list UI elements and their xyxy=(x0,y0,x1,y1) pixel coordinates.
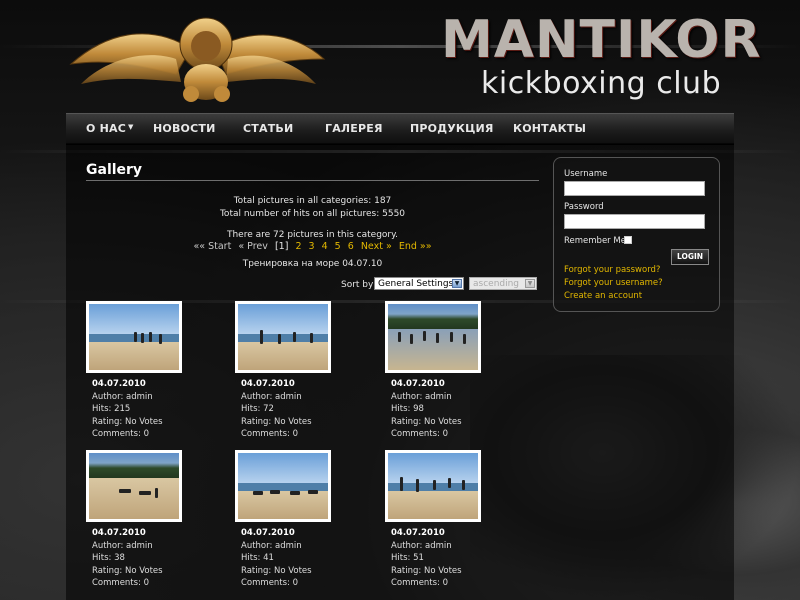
photo-comments: Comments: 0 xyxy=(241,429,299,439)
photo-date: 04.07.2010 xyxy=(92,379,146,389)
main-nav: О НАС ▼ НОВОСТИ СТАТЬИ ГАЛЕРЕЯ ПРОДУКЦИЯ … xyxy=(66,113,734,145)
login-panel: Username Password Remember Me LOGIN Forg… xyxy=(553,157,720,312)
pagination-current: [1] xyxy=(274,241,289,252)
sort-field-select[interactable]: General Settings ▼ xyxy=(374,277,464,290)
photo-date: 04.07.2010 xyxy=(241,528,295,538)
photo-hits: Hits: 41 xyxy=(241,553,274,563)
photo-author: Author: admin xyxy=(92,391,153,402)
photo-author: Author: admin xyxy=(391,540,452,551)
photo-hits: Hits: 72 xyxy=(241,404,274,414)
beach-photo-icon[interactable] xyxy=(385,301,481,373)
create-account-link[interactable]: Create an account xyxy=(564,291,642,301)
photo-hits: Hits: 98 xyxy=(391,404,424,414)
gallery-item: 04.07.2010 Author: admin Hits: 215 Ratin… xyxy=(86,301,226,441)
username-field[interactable] xyxy=(564,181,705,196)
nav-item-contacts[interactable]: КОНТАКТЫ xyxy=(513,122,586,135)
chevron-down-icon: ▼ xyxy=(127,123,134,131)
pagination-next[interactable]: Next » xyxy=(361,241,392,252)
pagination-page[interactable]: 2 xyxy=(295,241,301,252)
chevron-down-icon: ▼ xyxy=(525,279,535,288)
gallery-item: 04.07.2010 Author: admin Hits: 51 Rating… xyxy=(385,450,525,590)
forgot-username-link[interactable]: Forgot your username? xyxy=(564,278,663,288)
nav-item-label: О НАС xyxy=(86,122,126,135)
password-field[interactable] xyxy=(564,214,705,229)
sort-label: Sort by xyxy=(341,280,374,290)
total-pictures-text: Total pictures in all categories: 187 xyxy=(233,196,392,206)
photo-date: 04.07.2010 xyxy=(92,528,146,538)
nav-item-news[interactable]: НОВОСТИ xyxy=(153,122,215,135)
photo-author: Author: admin xyxy=(241,540,302,551)
pagination-prev: « Prev xyxy=(238,241,268,252)
photo-comments: Comments: 0 xyxy=(391,429,449,439)
photo-comments: Comments: 0 xyxy=(241,578,299,588)
photo-rating: Rating: No Votes xyxy=(391,416,462,427)
photo-comments: Comments: 0 xyxy=(391,578,449,588)
photo-rating: Rating: No Votes xyxy=(92,565,163,576)
photo-date: 04.07.2010 xyxy=(241,379,295,389)
gallery-item: 04.07.2010 Author: admin Hits: 72 Rating… xyxy=(235,301,375,441)
pagination-page[interactable]: 6 xyxy=(348,241,354,252)
forgot-password-link[interactable]: Forgot your password? xyxy=(564,265,660,275)
login-button[interactable]: LOGIN xyxy=(671,249,709,265)
photo-author: Author: admin xyxy=(92,540,153,551)
category-name: Тренировка на море 04.07.10 xyxy=(242,259,383,269)
total-hits-text: Total number of hits on all pictures: 55… xyxy=(219,209,406,219)
photo-comments: Comments: 0 xyxy=(92,578,150,588)
brand-subtitle: kickboxing club xyxy=(481,66,722,101)
beach-photo-icon[interactable] xyxy=(385,450,481,522)
photo-rating: Rating: No Votes xyxy=(391,565,462,576)
photo-hits: Hits: 38 xyxy=(92,553,125,563)
site-header: MANTIKOR kickboxing club xyxy=(66,0,761,112)
pagination-start: «« Start xyxy=(193,241,232,252)
photo-rating: Rating: No Votes xyxy=(241,565,312,576)
pagination-end[interactable]: End »» xyxy=(399,241,432,252)
photo-rating: Rating: No Votes xyxy=(241,416,312,427)
nav-item-articles[interactable]: СТАТЬИ xyxy=(243,122,293,135)
divider xyxy=(86,180,539,181)
pagination-page[interactable]: 4 xyxy=(322,241,328,252)
beach-photo-icon[interactable] xyxy=(235,301,331,373)
password-label: Password xyxy=(564,202,604,212)
photo-hits: Hits: 51 xyxy=(391,553,424,563)
nav-item-gallery[interactable]: ГАЛЕРЕЯ xyxy=(325,122,383,135)
sort-order-value: ascending xyxy=(473,279,520,289)
sort-order-select: ascending ▼ xyxy=(469,277,537,290)
photo-author: Author: admin xyxy=(391,391,452,402)
photo-date: 04.07.2010 xyxy=(391,379,445,389)
winged-lion-logo-icon[interactable] xyxy=(66,4,326,108)
gallery-item: 04.07.2010 Author: admin Hits: 98 Rating… xyxy=(385,301,525,441)
brand-title[interactable]: MANTIKOR xyxy=(441,10,762,70)
remember-me-label: Remember Me xyxy=(564,236,626,246)
gallery-item: 04.07.2010 Author: admin Hits: 38 Rating… xyxy=(86,450,226,590)
category-count-text: There are 72 pictures in this category. xyxy=(226,230,399,240)
pagination-page[interactable]: 5 xyxy=(335,241,341,252)
beach-photo-icon[interactable] xyxy=(86,301,182,373)
photo-date: 04.07.2010 xyxy=(391,528,445,538)
photo-author: Author: admin xyxy=(241,391,302,402)
pagination: «« Start « Prev [1] 2 3 4 5 6 Next » End… xyxy=(86,241,539,252)
beach-photo-icon[interactable] xyxy=(235,450,331,522)
gallery-item: 04.07.2010 Author: admin Hits: 41 Rating… xyxy=(235,450,375,590)
beach-photo-icon[interactable] xyxy=(86,450,182,522)
remember-me-checkbox[interactable] xyxy=(624,236,632,244)
photo-hits: Hits: 215 xyxy=(92,404,131,414)
pagination-page[interactable]: 3 xyxy=(309,241,315,252)
chevron-down-icon: ▼ xyxy=(452,279,462,288)
page-title: Gallery xyxy=(86,162,143,178)
nav-item-about[interactable]: О НАС ▼ xyxy=(86,122,134,135)
sort-field-value: General Settings xyxy=(378,279,454,289)
username-label: Username xyxy=(564,169,608,179)
nav-item-products[interactable]: ПРОДУКЦИЯ xyxy=(410,122,494,135)
photo-rating: Rating: No Votes xyxy=(92,416,163,427)
photo-comments: Comments: 0 xyxy=(92,429,150,439)
